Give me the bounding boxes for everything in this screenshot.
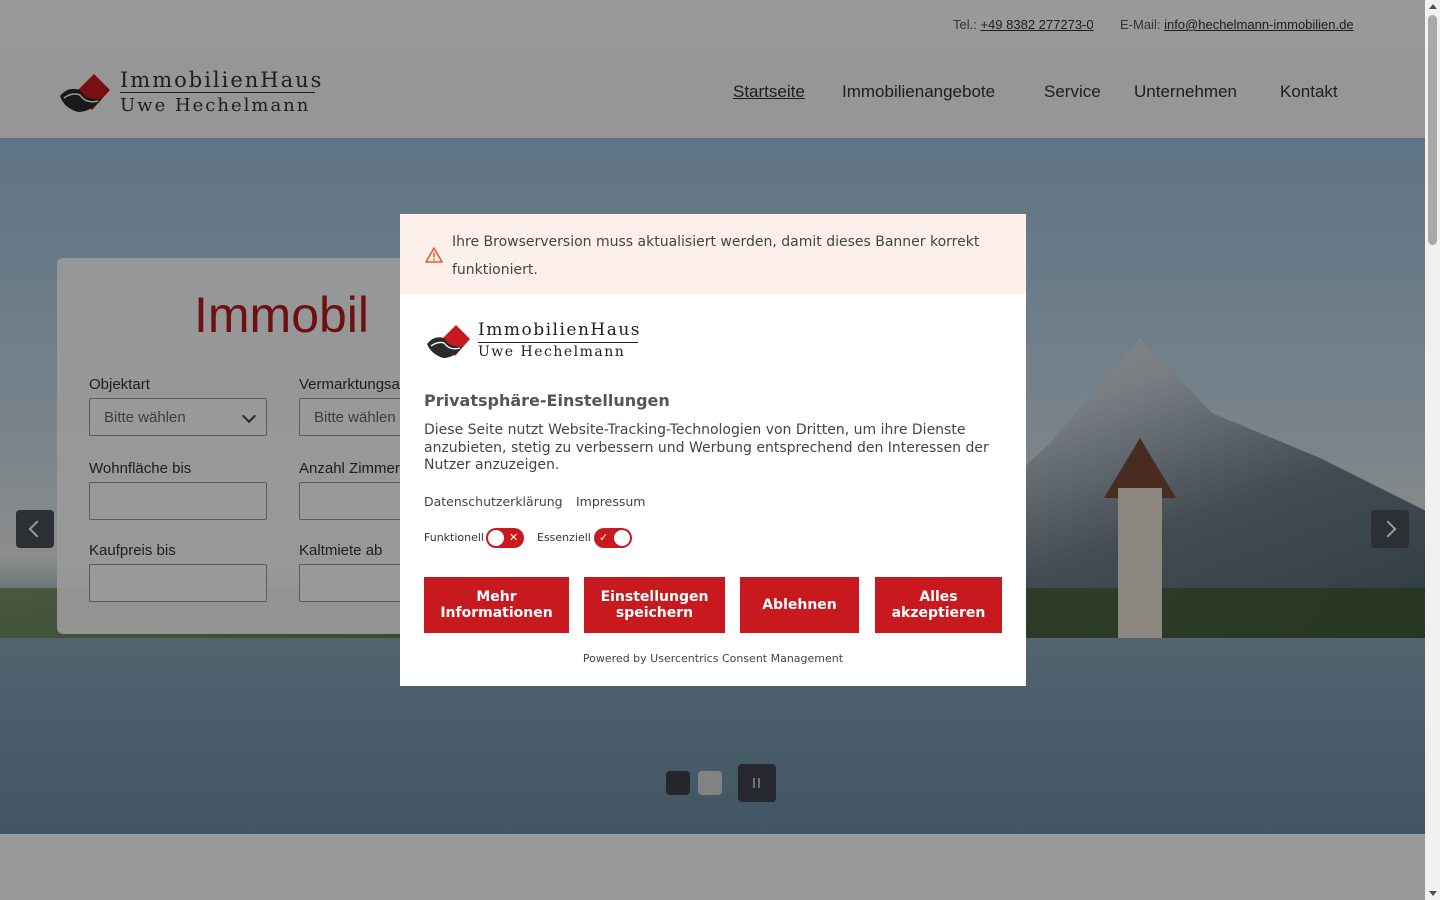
check-icon: ✓ <box>599 531 609 544</box>
close-icon: ✕ <box>509 531 519 544</box>
consent-title: Privatsphäre-Einstellungen <box>424 391 670 410</box>
consent-logo-line-1: ImmobilienHaus <box>478 320 642 340</box>
consent-logo-rule <box>478 342 638 343</box>
scroll-up-icon[interactable] <box>1429 4 1437 9</box>
functional-toggle[interactable]: ✕ <box>486 528 524 548</box>
deny-button[interactable]: Ablehnen <box>740 577 859 633</box>
warning-icon <box>425 247 443 263</box>
toggle-knob <box>614 530 630 546</box>
warning-text: Ihre Browserversion muss aktualisiert we… <box>452 234 980 278</box>
privacy-policy-link[interactable]: Datenschutzerklärung <box>424 494 563 509</box>
save-settings-button[interactable]: Einstellungen speichern <box>584 577 725 633</box>
consent-dialog: Ihre Browserversion muss aktualisiert we… <box>400 214 1026 686</box>
consent-logo-line-2: Uwe Hechelmann <box>478 344 626 360</box>
browser-warning: Ihre Browserversion muss aktualisiert we… <box>400 214 1026 294</box>
essential-toggle[interactable]: ✓ <box>594 528 632 548</box>
consent-logo: ImmobilienHaus Uwe Hechelmann <box>426 320 646 366</box>
imprint-link[interactable]: Impressum <box>576 494 645 509</box>
consent-description: Diese Seite nutzt Website-Tracking-Techn… <box>424 422 989 473</box>
powered-by-text: Powered by Usercentrics Consent Manageme… <box>582 652 844 665</box>
essential-toggle-label: Essenziell <box>537 531 591 544</box>
more-info-button[interactable]: Mehr Informationen <box>424 577 569 633</box>
page-scrollbar[interactable] <box>1425 0 1440 900</box>
toggle-knob <box>488 530 504 546</box>
logo-mark-icon <box>427 325 470 358</box>
scroll-thumb[interactable] <box>1428 15 1437 245</box>
scroll-down-icon[interactable] <box>1429 891 1437 896</box>
functional-toggle-label: Funktionell <box>424 531 484 544</box>
accept-all-button[interactable]: Alles akzeptieren <box>875 577 1002 633</box>
